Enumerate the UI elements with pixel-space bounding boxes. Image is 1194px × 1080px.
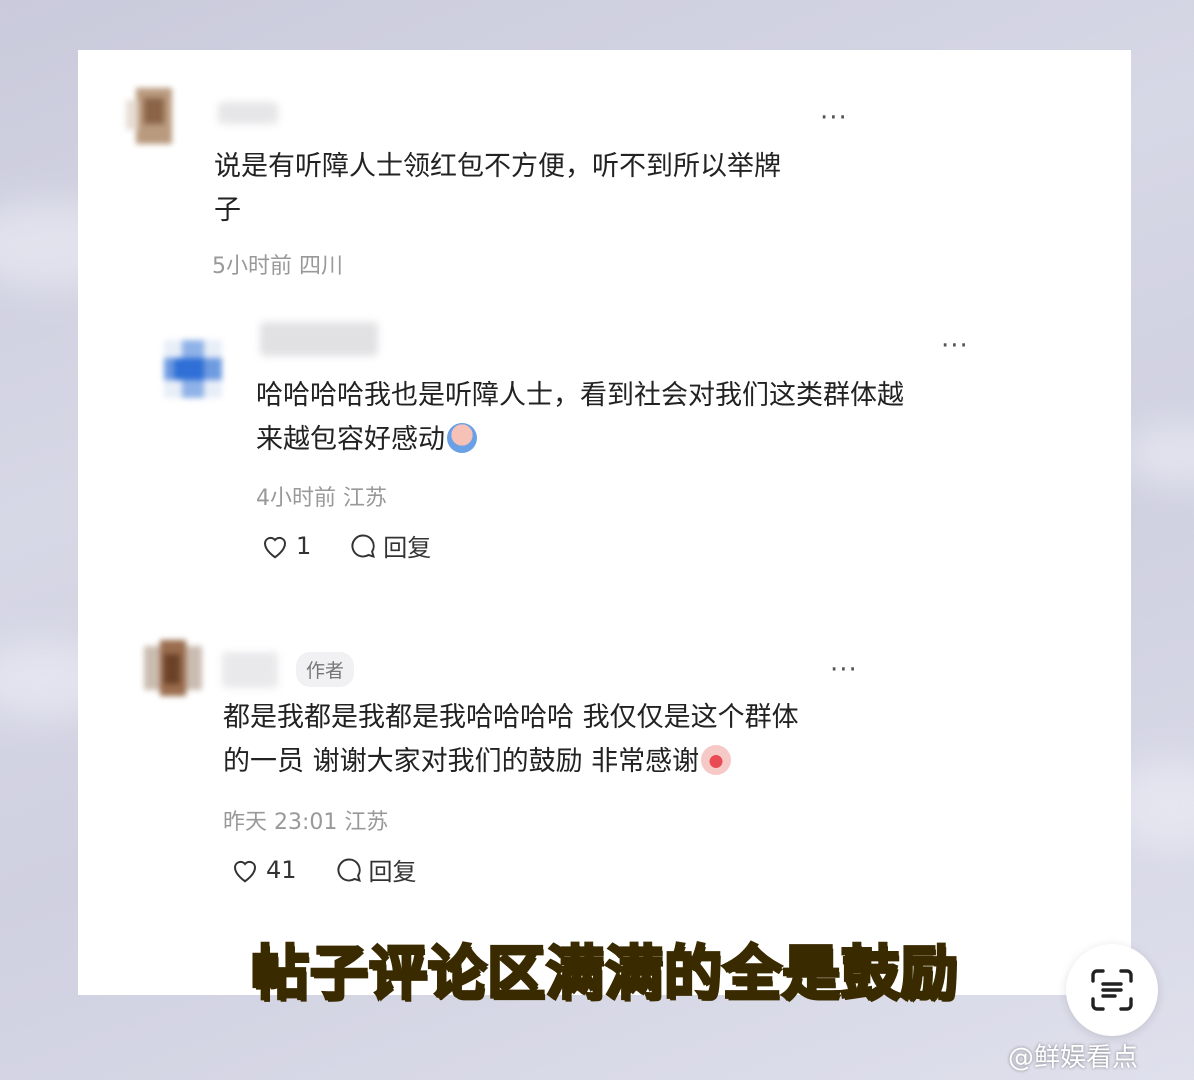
like-button[interactable]: 1 (260, 532, 311, 560)
comment-actions: 41 回复 (230, 852, 455, 887)
comment-line: 哈哈哈哈我也是听障人士，看到社会对我们这类群体越 (256, 380, 904, 411)
comment-line: 子 (214, 195, 241, 226)
avatar[interactable] (126, 88, 182, 144)
watermark: @鲜娱看点 (1008, 1043, 1139, 1073)
heart-icon (263, 536, 287, 558)
comment-card: ··· 说是有听障人士领红包不方便，听不到所以举牌 子 5小时前 四川 ··· … (78, 50, 1131, 995)
comment-text: 哈哈哈哈我也是听障人士，看到社会对我们这类群体越 来越包容好感动 (256, 374, 904, 462)
reply-label: 回复 (383, 534, 432, 562)
like-button[interactable]: 41 (230, 856, 297, 884)
emoji-icon (701, 745, 732, 775)
background-streak (1120, 420, 1194, 490)
author-badge: 作者 (296, 652, 355, 687)
username[interactable] (222, 652, 278, 688)
heart-icon (233, 860, 257, 882)
more-icon[interactable]: ··· (820, 105, 848, 131)
video-caption: 帖子评论区满满的全是鼓励 (249, 938, 959, 1009)
comment-icon (337, 858, 361, 882)
emoji-icon (447, 423, 477, 453)
more-icon[interactable]: ··· (941, 333, 969, 359)
comment-line: 来越包容好感动 (256, 424, 445, 455)
username[interactable] (218, 102, 278, 124)
more-icon[interactable]: ··· (830, 657, 858, 683)
like-count: 1 (296, 531, 312, 560)
scan-text-icon (1091, 969, 1133, 1011)
comment-meta: 5小时前 四川 (212, 254, 343, 279)
reply-label: 回复 (368, 858, 417, 886)
comment-line: 说是有听障人士领红包不方便，听不到所以举牌 (214, 151, 781, 182)
comment-meta: 昨天 23:01 江苏 (223, 810, 389, 835)
comment-text: 都是我都是我都是我哈哈哈哈 我仅仅是这个群体 的一员 谢谢大家对我们的鼓励 非常… (223, 696, 799, 784)
comment-icon (351, 534, 376, 558)
reply-button[interactable]: 回复 (349, 528, 431, 563)
scan-text-button[interactable] (1066, 944, 1158, 1036)
reply-button[interactable]: 回复 (335, 852, 417, 887)
comment-actions: 1 回复 (260, 528, 469, 563)
avatar[interactable] (164, 340, 222, 398)
avatar[interactable] (144, 640, 202, 696)
comment-text: 说是有听障人士领红包不方便，听不到所以举牌 子 (214, 145, 781, 233)
username[interactable] (260, 322, 378, 356)
comment-line: 都是我都是我都是我哈哈哈哈 我仅仅是这个群体 (223, 702, 799, 733)
comment-meta: 4小时前 江苏 (256, 486, 387, 511)
comment-line: 的一员 谢谢大家对我们的鼓励 非常感谢 (223, 746, 700, 777)
like-count: 41 (266, 855, 297, 884)
